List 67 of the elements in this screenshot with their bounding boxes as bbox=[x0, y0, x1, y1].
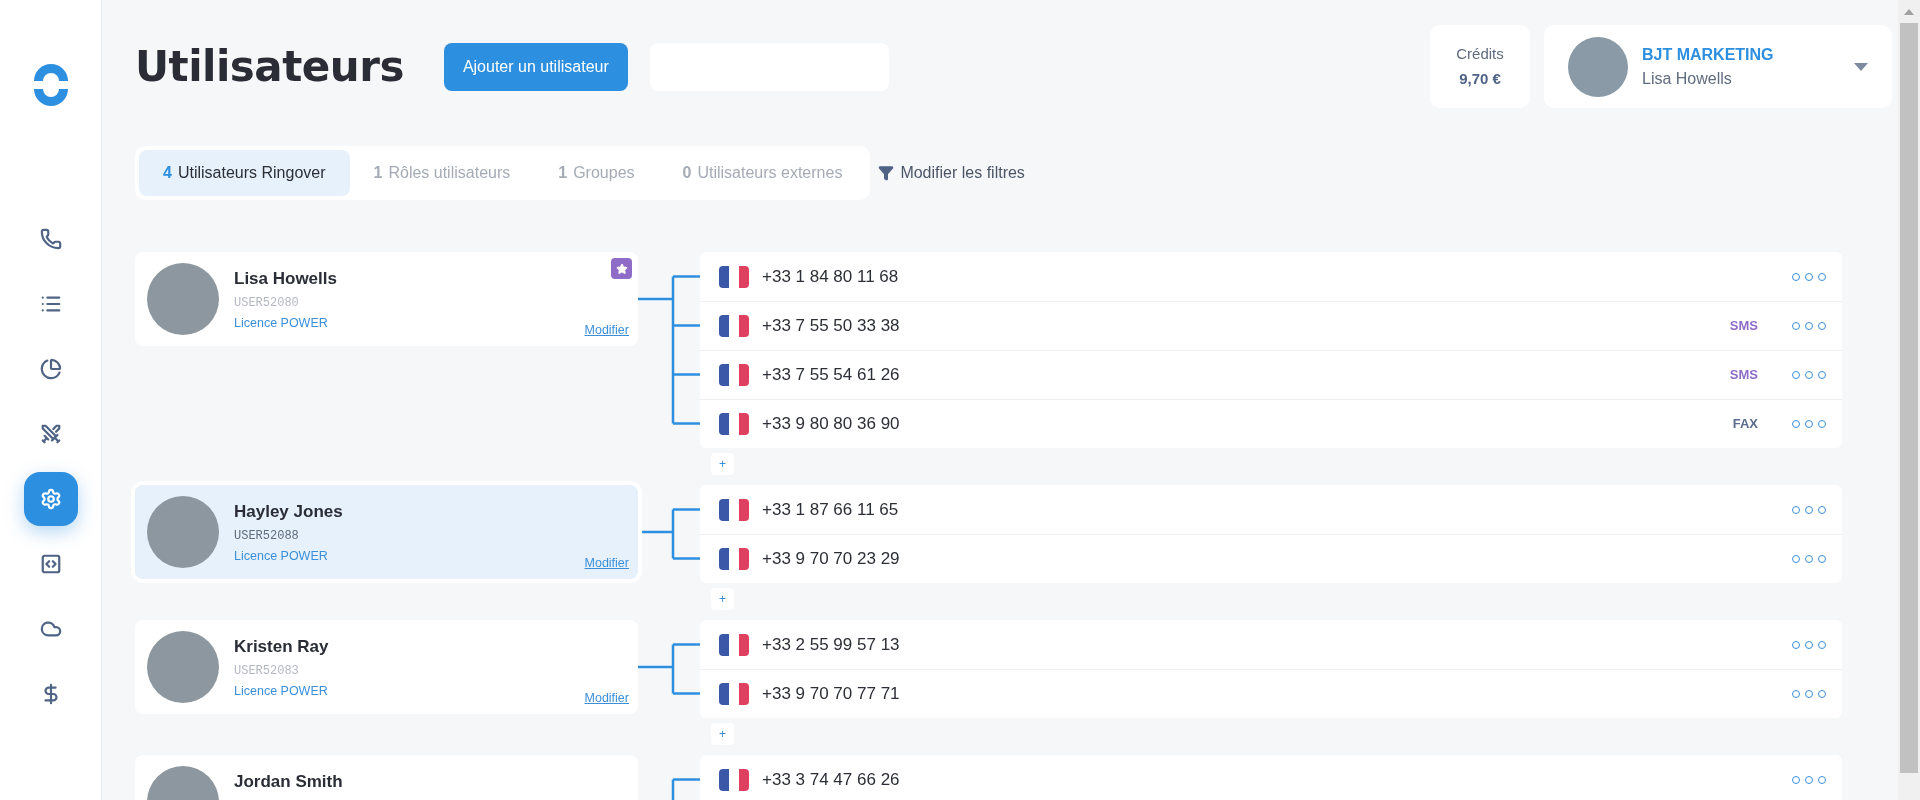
caret-icon bbox=[1854, 62, 1868, 71]
phone-icon bbox=[39, 228, 62, 250]
settings-icon bbox=[39, 488, 62, 510]
user-id: USER52083 bbox=[234, 662, 300, 680]
edit-link[interactable]: Modifier bbox=[584, 554, 629, 573]
flag-icon bbox=[719, 364, 749, 386]
edit-link[interactable]: Modifier bbox=[584, 321, 629, 340]
user-card[interactable]: Jordan Smith bbox=[135, 755, 638, 800]
flag-icon bbox=[719, 683, 749, 705]
phone-number: +33 7 55 50 33 38 bbox=[762, 315, 900, 338]
flag-icon bbox=[719, 265, 749, 288]
tree-connector bbox=[638, 643, 700, 695]
crossed-swords-icon bbox=[39, 423, 62, 445]
edit-link[interactable]: Modifier bbox=[584, 689, 629, 708]
number-tag: FAX bbox=[1732, 414, 1758, 434]
add-user-button[interactable]: Ajouter un utilisateur bbox=[443, 42, 628, 91]
code-icon bbox=[39, 553, 62, 575]
company-name: BJT MARKETING bbox=[1642, 44, 1775, 65]
phone-number: +33 2 55 99 57 13 bbox=[762, 633, 900, 656]
licence-label: Licence POWER bbox=[234, 547, 329, 565]
modify-filters-button[interactable]: Modifier les filtres bbox=[878, 161, 1025, 185]
scroll-up-arrow-icon[interactable] bbox=[1904, 9, 1914, 15]
credits-label: Crédits bbox=[1456, 44, 1504, 64]
user-card[interactable]: Lisa Howells USER52080 Licence POWER Modifier bbox=[135, 252, 638, 346]
account-user-name: Lisa Howells bbox=[1642, 68, 1733, 89]
tree-connector bbox=[671, 778, 700, 800]
filter-tab[interactable]: 0 Utilisateurs externes bbox=[658, 150, 867, 196]
filter-tab[interactable]: 1 Rôles utilisateurs bbox=[349, 150, 535, 196]
flag-icon bbox=[719, 413, 749, 435]
user-name: Jordan Smith bbox=[234, 771, 343, 793]
user-name: Hayley Jones bbox=[234, 501, 343, 523]
flag-icon bbox=[719, 315, 749, 337]
user-id: USER52088 bbox=[234, 527, 300, 545]
cloud-icon bbox=[39, 618, 62, 640]
phone-number: +33 1 87 66 11 65 bbox=[762, 498, 899, 521]
account-menu[interactable]: BJT MARKETING Lisa Howells bbox=[1544, 25, 1892, 108]
list-icon bbox=[39, 293, 62, 315]
flag-icon bbox=[719, 498, 749, 521]
user-id: USER52080 bbox=[234, 294, 300, 312]
page-title: Utilisateurs bbox=[135, 41, 404, 93]
phone-number: +33 7 55 54 61 26 bbox=[762, 364, 900, 387]
user-card[interactable]: Kristen Ray USER52083 Licence POWER Modifier bbox=[135, 620, 638, 714]
phone-number: +33 9 70 70 77 71 bbox=[762, 683, 900, 706]
sidebar-nav-button[interactable] bbox=[23, 472, 78, 526]
pie-chart-icon bbox=[39, 358, 62, 380]
user-name: Lisa Howells bbox=[234, 268, 337, 290]
star-badge bbox=[611, 258, 632, 279]
credits-value: 9,70 € bbox=[1459, 68, 1501, 89]
phone-number: +33 1 84 80 11 68 bbox=[762, 265, 899, 288]
phone-number: +33 9 80 80 36 90 bbox=[762, 413, 900, 436]
flag-icon bbox=[719, 633, 749, 656]
licence-label: Licence POWER bbox=[234, 682, 329, 700]
add-number-button[interactable]: + bbox=[711, 588, 734, 610]
add-number-button[interactable]: + bbox=[711, 723, 734, 745]
scrollbar-thumb[interactable] bbox=[1900, 23, 1918, 773]
number-tag: SMS bbox=[1729, 365, 1758, 385]
flag-icon bbox=[719, 548, 749, 570]
flag-icon bbox=[719, 768, 749, 791]
number-tag: SMS bbox=[1729, 316, 1758, 336]
licence-label: Licence POWER bbox=[234, 314, 329, 332]
filter-icon bbox=[878, 165, 895, 181]
phone-number: +33 9 70 70 23 29 bbox=[762, 548, 900, 571]
user-name: Kristen Ray bbox=[234, 636, 329, 658]
filter-tab[interactable]: 4 Utilisateurs Ringover bbox=[139, 150, 350, 196]
phone-number: +33 3 74 47 66 26 bbox=[762, 768, 900, 791]
add-number-button[interactable]: + bbox=[711, 453, 734, 475]
filter-tab[interactable]: 1 Groupes bbox=[534, 150, 659, 196]
